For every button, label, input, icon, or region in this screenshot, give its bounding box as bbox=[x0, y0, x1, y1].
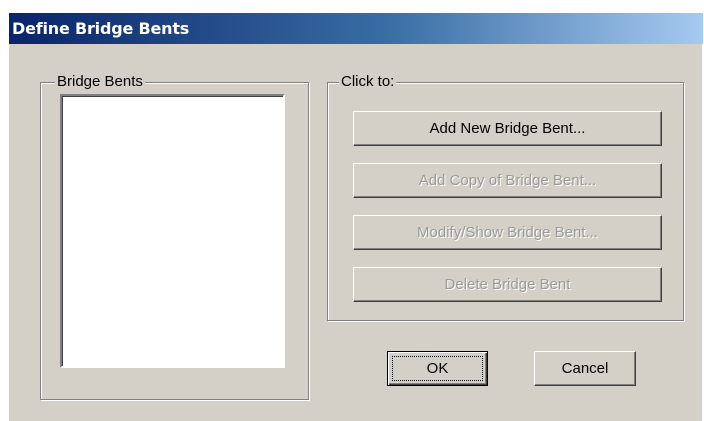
dialog-title-bar[interactable]: Define Bridge Bents bbox=[9, 13, 703, 44]
delete-bridge-bent-label: Delete Bridge Bent bbox=[444, 276, 571, 293]
add-new-bridge-bent-label: Add New Bridge Bent... bbox=[429, 120, 586, 137]
delete-bridge-bent-button[interactable]: Delete Bridge Bent bbox=[353, 267, 662, 302]
modify-show-bridge-bent-button[interactable]: Modify/Show Bridge Bent... bbox=[353, 215, 662, 250]
cancel-button[interactable]: Cancel bbox=[534, 351, 636, 386]
bridge-bents-list[interactable] bbox=[60, 94, 285, 368]
cancel-label: Cancel bbox=[561, 360, 609, 377]
bridge-bents-group-label: Bridge Bents bbox=[55, 73, 145, 91]
click-to-group-label: Click to: bbox=[339, 73, 397, 91]
ok-button[interactable]: OK bbox=[387, 351, 488, 386]
add-copy-bridge-bent-button[interactable]: Add Copy of Bridge Bent... bbox=[353, 163, 662, 198]
modify-show-bridge-bent-label: Modify/Show Bridge Bent... bbox=[417, 224, 598, 241]
dialog-title: Define Bridge Bents bbox=[12, 19, 190, 38]
add-copy-bridge-bent-label: Add Copy of Bridge Bent... bbox=[418, 172, 597, 189]
add-new-bridge-bent-button[interactable]: Add New Bridge Bent... bbox=[353, 111, 662, 146]
ok-label: OK bbox=[426, 360, 449, 377]
